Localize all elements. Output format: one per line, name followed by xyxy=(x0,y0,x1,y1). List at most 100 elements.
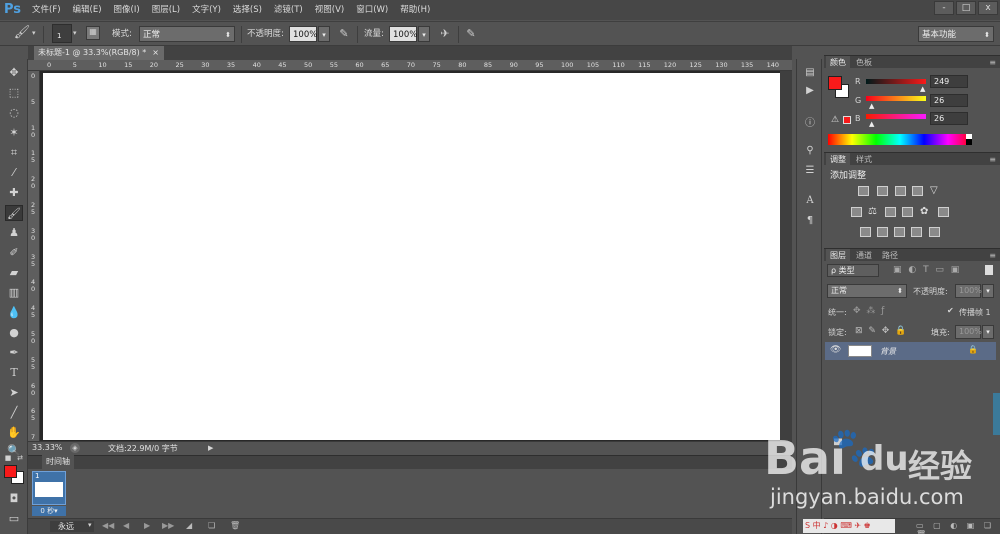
selective-color-icon[interactable] xyxy=(929,227,940,237)
actions-panel-icon[interactable]: ▶ xyxy=(802,85,818,99)
gradient-map-icon[interactable] xyxy=(911,227,922,237)
menu-view[interactable]: 视图(V) xyxy=(309,0,350,20)
channel-b-value[interactable]: 26 xyxy=(930,112,968,125)
layer-filter-select[interactable]: ρ 类型 xyxy=(827,264,879,277)
gradient-icon[interactable]: ▥ xyxy=(5,285,23,301)
lasso-icon[interactable]: ◌ xyxy=(5,105,23,121)
play-icon[interactable]: ▶ xyxy=(144,521,150,530)
tab-channels[interactable]: 通道 xyxy=(852,249,876,262)
ime-status-bar[interactable]: S 中 ♪ ◑ ⌨ ✈ ♚ xyxy=(803,519,895,533)
blur-icon[interactable]: 💧 xyxy=(5,305,23,321)
delete-frame-icon[interactable]: 🗑 xyxy=(230,521,240,530)
eraser-icon[interactable]: ▰ xyxy=(5,265,23,281)
brush-size-preview[interactable]: 1 xyxy=(52,24,72,43)
eye-icon[interactable]: 👁 xyxy=(830,345,841,355)
flow-dropdown-icon[interactable]: ▾ xyxy=(418,26,430,42)
tab-paths[interactable]: 路径 xyxy=(878,249,902,262)
gamut-warning-icon[interactable]: ⚠ xyxy=(831,115,839,125)
mode-select[interactable]: 正常 ⬍ xyxy=(139,26,235,42)
brush-panel-toggle-icon[interactable]: ▦ xyxy=(86,26,100,40)
tab-swatches[interactable]: 色板 xyxy=(852,56,876,69)
tween-icon[interactable]: ◢ xyxy=(186,521,192,530)
menu-image[interactable]: 图像(I) xyxy=(108,0,146,20)
black-white-icon[interactable] xyxy=(885,207,896,217)
crop-icon[interactable]: ⌗ xyxy=(5,145,23,161)
maximize-button[interactable]: □ xyxy=(956,1,976,15)
fill-input[interactable]: 100% xyxy=(955,325,982,339)
menu-select[interactable]: 选择(S) xyxy=(227,0,268,20)
exposure-icon[interactable] xyxy=(912,186,923,196)
menu-layer[interactable]: 图层(L) xyxy=(146,0,186,20)
layer-filter-icons[interactable]: ▣ ◐ T ▭ ▣ xyxy=(893,265,959,275)
chevron-down-icon[interactable]: ▾ xyxy=(32,29,36,37)
filter-toggle-icon[interactable] xyxy=(985,265,993,275)
hue-saturation-icon[interactable] xyxy=(851,207,862,217)
stamp-icon[interactable]: ♟ xyxy=(5,225,23,241)
pressure-size-icon[interactable]: ✎ xyxy=(464,27,478,40)
pen-icon[interactable]: ✒ xyxy=(5,345,23,361)
flow-input[interactable]: 100% xyxy=(389,26,417,42)
quick-select-icon[interactable]: ✶ xyxy=(5,125,23,141)
workspace-select[interactable]: 基本功能 ⬍ xyxy=(918,26,994,42)
frame-delay[interactable]: 0 秒▾ xyxy=(32,506,66,516)
brush-presets-icon[interactable]: ☰ xyxy=(802,165,818,179)
foreground-color-swatch[interactable] xyxy=(4,465,17,478)
tab-adjustments[interactable]: 调整 xyxy=(826,153,850,166)
panel-menu-icon[interactable]: ≡ xyxy=(989,249,996,262)
first-frame-icon[interactable]: ◀◀ xyxy=(102,521,114,530)
screen-mode-icon[interactable]: ▭ xyxy=(5,511,23,527)
pressure-opacity-icon[interactable]: ✎ xyxy=(337,27,351,40)
quick-mask-icon[interactable]: ◘ xyxy=(5,491,23,507)
brush-picker-chevron-icon[interactable]: ▾ xyxy=(73,29,77,37)
layer-opacity-input[interactable]: 100% xyxy=(955,284,982,298)
hand-icon[interactable]: ✋ xyxy=(5,425,23,441)
channel-mixer-icon[interactable]: ✿ xyxy=(920,207,931,217)
opacity-input[interactable]: 100% xyxy=(289,26,317,42)
blend-mode-select[interactable]: 正常 ⬍ xyxy=(827,284,907,298)
default-colors-icon[interactable]: ■ xyxy=(3,454,13,462)
dodge-icon[interactable]: ● xyxy=(5,325,23,341)
character-panel-icon[interactable]: A xyxy=(802,195,818,209)
color-balance-icon[interactable]: ⚖ xyxy=(868,207,879,217)
panel-menu-icon[interactable]: ≡ xyxy=(989,56,996,69)
opacity-dropdown-icon[interactable]: ▾ xyxy=(982,284,994,298)
new-frame-icon[interactable]: ❏ xyxy=(208,521,215,530)
tab-layers[interactable]: 图层 xyxy=(826,249,850,262)
prev-frame-icon[interactable]: ◀ xyxy=(123,521,129,530)
slider-thumb-icon[interactable]: ▲ xyxy=(869,120,874,128)
history-panel-icon[interactable]: ▤ xyxy=(802,67,818,81)
close-button[interactable]: x xyxy=(978,1,998,15)
loop-chevron-icon[interactable]: ▾ xyxy=(88,521,92,529)
panel-menu-icon[interactable]: ≡ xyxy=(989,153,996,166)
brush-tool-preset-icon[interactable]: 🖌 xyxy=(12,25,32,43)
zoom-level[interactable]: 33.33% xyxy=(32,443,63,452)
spectrum-black-swatch[interactable] xyxy=(966,139,972,145)
brush-icon[interactable]: 🖌 xyxy=(5,205,23,221)
menu-type[interactable]: 文字(Y) xyxy=(186,0,227,20)
menu-edit[interactable]: 编辑(E) xyxy=(67,0,108,20)
channel-g-value[interactable]: 26 xyxy=(930,94,968,107)
slider-thumb-icon[interactable]: ▲ xyxy=(920,85,925,93)
invert-icon[interactable] xyxy=(860,227,871,237)
levels-icon[interactable] xyxy=(877,186,888,196)
slider-thumb-icon[interactable]: ▲ xyxy=(869,102,874,110)
color-spectrum-bar[interactable] xyxy=(828,134,972,145)
threshold-icon[interactable] xyxy=(894,227,905,237)
channel-g-slider[interactable] xyxy=(866,96,926,101)
tab-styles[interactable]: 样式 xyxy=(852,153,876,166)
minimize-button[interactable]: - xyxy=(934,1,954,15)
gamut-color-box[interactable] xyxy=(843,116,851,124)
curves-icon[interactable] xyxy=(895,186,906,196)
menu-filter[interactable]: 滤镜(T) xyxy=(268,0,309,20)
move-icon[interactable]: ✥ xyxy=(5,65,23,81)
healing-icon[interactable]: ✚ xyxy=(5,185,23,201)
channel-r-value[interactable]: 249 xyxy=(930,75,968,88)
airbrush-icon[interactable]: ✈ xyxy=(438,27,452,40)
status-menu-arrow-icon[interactable]: ▶ xyxy=(208,444,213,452)
posterize-icon[interactable] xyxy=(877,227,888,237)
channel-b-slider[interactable] xyxy=(866,114,926,119)
path-select-icon[interactable]: ➤ xyxy=(5,385,23,401)
vertical-scrollbar[interactable] xyxy=(780,71,792,441)
menu-window[interactable]: 窗口(W) xyxy=(350,0,394,20)
next-frame-icon[interactable]: ▶▶ xyxy=(162,521,174,530)
